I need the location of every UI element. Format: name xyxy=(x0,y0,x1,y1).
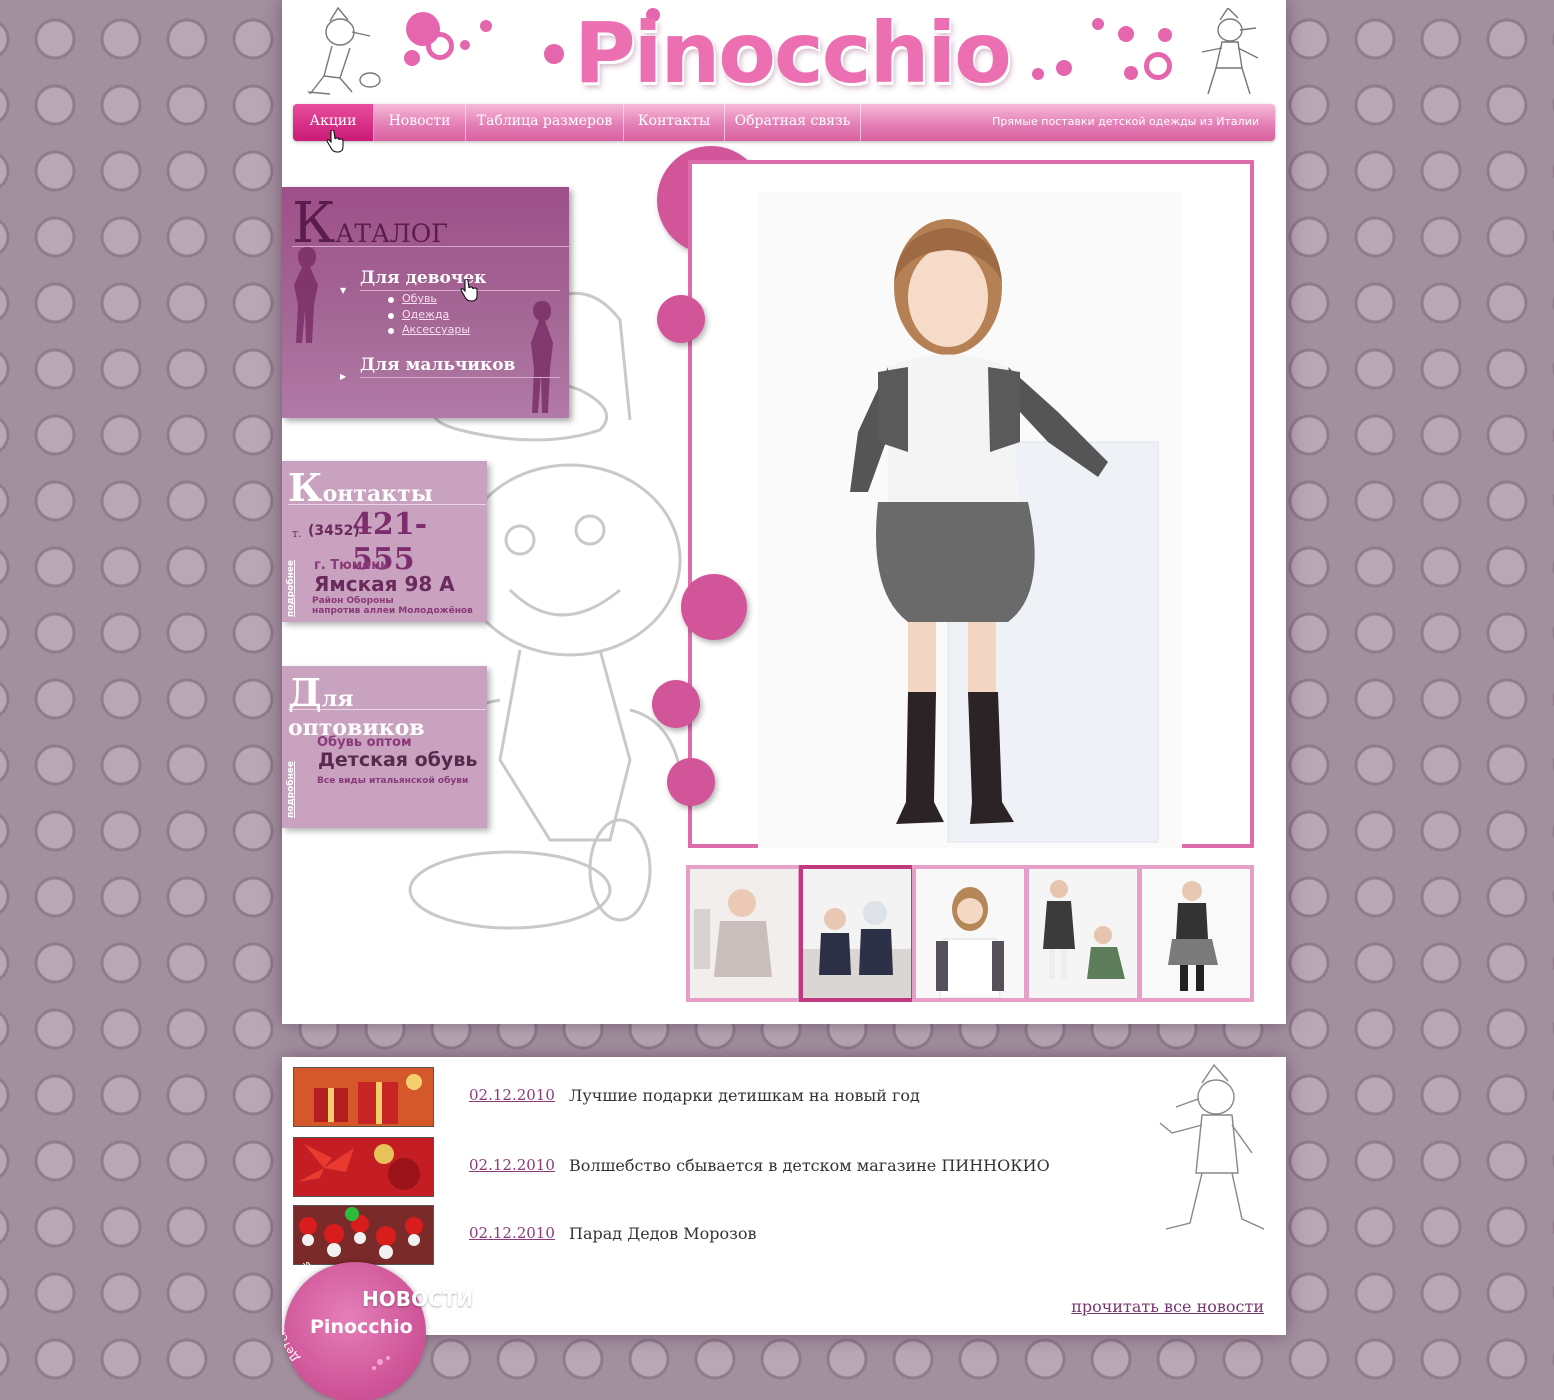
hand-cursor-icon xyxy=(326,130,344,153)
badge-logo: Pinocchio xyxy=(310,1316,413,1338)
collapsed-arrow-icon: ▶ xyxy=(340,372,347,381)
wholesale-subtitle: Обувь оптом xyxy=(317,735,412,750)
featured-photo-frame xyxy=(688,160,1254,848)
hand-cursor-icon xyxy=(460,279,478,302)
decor-ring xyxy=(1144,52,1172,80)
photo-thumbnail[interactable] xyxy=(912,865,1028,1002)
decor-bubble xyxy=(657,295,705,343)
decor-dot xyxy=(404,50,420,66)
decor-dot xyxy=(1092,18,1104,30)
photo-thumbnail[interactable] xyxy=(1138,865,1254,1002)
catalog-title: Каталог xyxy=(292,191,569,256)
decor-dot xyxy=(460,40,470,50)
decor-dot xyxy=(1032,68,1044,80)
catalog-girls-accessories-link[interactable]: Аксессуары xyxy=(402,323,470,336)
catalog-title-rest: аталог xyxy=(335,210,448,251)
contacts-panel: Контакты т. (3452) 421-555 подробнее г. … xyxy=(282,461,487,622)
phone-prefix: т. xyxy=(292,527,302,540)
news-date[interactable]: 02.12.2010 xyxy=(469,1224,555,1242)
decor-dot xyxy=(1118,26,1134,42)
catalog-boys-link[interactable]: Для мальчиков xyxy=(360,355,560,378)
contact-address: Ямская 98 А xyxy=(314,572,455,596)
catalog-girls-clothes-link[interactable]: Одежда xyxy=(402,308,449,321)
nav-item-size-chart[interactable]: Таблица размеров xyxy=(466,104,624,141)
wholesale-title: Для оптовиков xyxy=(288,670,486,741)
nav-item-feedback[interactable]: Обратная связь xyxy=(725,104,861,141)
decor-ring xyxy=(426,32,454,60)
photo-thumbnail[interactable] xyxy=(799,865,915,1002)
contacts-title: Контакты xyxy=(288,465,486,510)
photo-thumbnail-strip xyxy=(686,865,1256,1002)
photo-thumbnail[interactable] xyxy=(686,865,802,1002)
news-title-link[interactable]: Волшебство сбывается в детском магазине … xyxy=(569,1156,1050,1175)
contacts-more-link[interactable]: подробнее xyxy=(286,560,296,617)
photo-thumbnail[interactable] xyxy=(1025,865,1141,1002)
bullet-icon xyxy=(388,297,394,303)
pinocchio-sketch-left-icon xyxy=(307,6,381,95)
contacts-title-initial: К xyxy=(288,465,323,510)
pinocchio-sketch-news-icon xyxy=(1159,1063,1265,1230)
contacts-title-rest: онтакты xyxy=(322,481,433,507)
bullet-icon xyxy=(388,313,394,319)
featured-photo-girl-image[interactable] xyxy=(758,192,1182,848)
nav-item-news[interactable]: Новости xyxy=(374,104,466,141)
decor-bubble xyxy=(681,574,747,640)
decor-dot xyxy=(1056,60,1072,76)
nav-item-contacts[interactable]: Контакты xyxy=(624,104,725,141)
read-all-news-link[interactable]: прочитать все новости xyxy=(1071,1297,1264,1316)
decor-dot xyxy=(480,20,492,32)
main-nav-bar: Акции Новости Таблица размеров Контакты … xyxy=(293,104,1275,141)
wholesale-more-link[interactable]: подробнее xyxy=(286,761,296,818)
badge-arc-label: Детская одежда и обувь xyxy=(284,1262,346,1365)
news-section-label: НОВОСТИ xyxy=(362,1287,474,1311)
wholesale-description: Все виды итальянской обуви xyxy=(317,776,469,786)
news-title-link[interactable]: Лучшие подарки детишкам на новый год xyxy=(569,1086,920,1105)
decor-bubble xyxy=(652,680,700,728)
bullet-icon xyxy=(388,328,394,334)
decor-dot xyxy=(544,44,564,64)
main-page-panel: Pinocchio Акции Новости Таблица размеров… xyxy=(282,0,1286,1024)
catalog-panel: Каталог ▼ Для девочек Обувь Одежда Аксес… xyxy=(282,187,569,418)
contact-district: Район Обороны xyxy=(312,596,394,606)
news-thumbnail-santa-parade[interactable] xyxy=(293,1205,434,1265)
expanded-arrow-icon: ▼ xyxy=(340,286,347,295)
decor-bubble xyxy=(667,758,715,806)
wholesale-headline[interactable]: Детская обувь xyxy=(318,749,477,771)
news-date[interactable]: 02.12.2010 xyxy=(469,1156,555,1174)
decor-dot xyxy=(1158,28,1172,42)
news-thumbnail-poinsettia[interactable] xyxy=(293,1137,434,1197)
news-title-link[interactable]: Парад Дедов Морозов xyxy=(569,1224,757,1243)
pinocchio-sketch-right-icon xyxy=(1201,8,1259,95)
girl-silhouette-icon xyxy=(294,247,318,343)
decor-dot xyxy=(1124,66,1138,80)
site-logo[interactable]: Pinocchio xyxy=(572,4,1012,102)
news-thumbnail-gifts[interactable] xyxy=(293,1067,434,1127)
news-date[interactable]: 02.12.2010 xyxy=(469,1086,555,1104)
contact-city: г. Тюмень xyxy=(314,558,389,573)
wholesale-panel: Для оптовиков подробнее Обувь оптом Детс… xyxy=(282,666,487,828)
svg-text:Детская одежда и обувь: Детская одежда и обувь xyxy=(284,1262,346,1365)
catalog-girls-shoes-link[interactable]: Обувь xyxy=(402,292,437,305)
contact-landmark: напротив аллеи Молодожёнов xyxy=(312,606,473,616)
nav-tagline: Прямые поставки детской одежды из Италии xyxy=(992,115,1259,128)
wholesale-title-initial: Д xyxy=(288,670,322,715)
